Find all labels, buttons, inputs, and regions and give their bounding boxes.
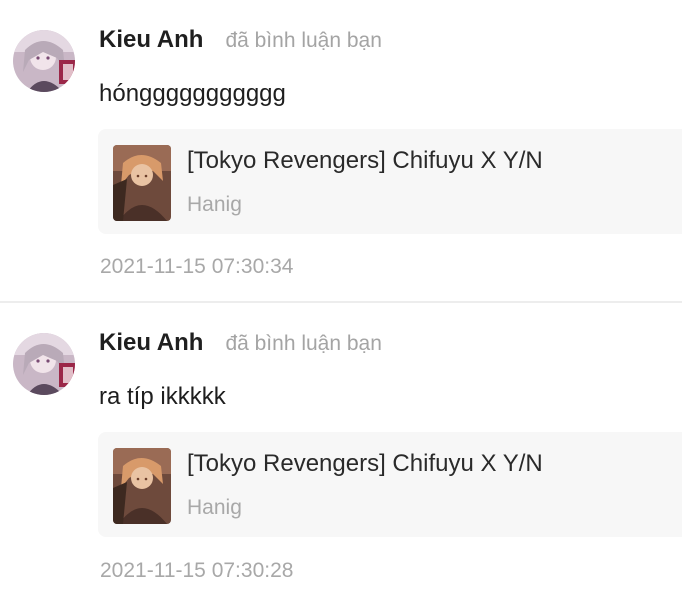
timestamp: 2021-11-15 07:30:28 [100, 559, 294, 582]
comment-text: ra típ ikkkkk [99, 383, 226, 410]
user-avatar[interactable] [13, 30, 75, 92]
notification-item[interactable]: Kieu Anh đã bình luận bạn ra típ ikkkkk … [0, 303, 682, 600]
username[interactable]: Kieu Anh [99, 26, 203, 54]
story-title[interactable]: [Tokyo Revengers] Chifuyu X Y/N [187, 450, 543, 478]
story-card[interactable]: [Tokyo Revengers] Chifuyu X Y/N Hanig [98, 432, 682, 537]
comment-text: hónggggggggggg [99, 80, 286, 107]
story-author: Hanig [187, 496, 242, 519]
story-card[interactable]: [Tokyo Revengers] Chifuyu X Y/N Hanig [98, 129, 682, 234]
story-cover [113, 448, 171, 524]
timestamp: 2021-11-15 07:30:34 [100, 255, 294, 278]
username[interactable]: Kieu Anh [99, 329, 203, 357]
action-text: đã bình luận bạn [225, 29, 382, 52]
notification-item[interactable]: Kieu Anh đã bình luận bạn hónggggggggggg… [0, 0, 682, 302]
story-title[interactable]: [Tokyo Revengers] Chifuyu X Y/N [187, 147, 543, 175]
story-author: Hanig [187, 193, 242, 216]
story-cover [113, 145, 171, 221]
action-text: đã bình luận bạn [225, 332, 382, 355]
user-avatar[interactable] [13, 333, 75, 395]
